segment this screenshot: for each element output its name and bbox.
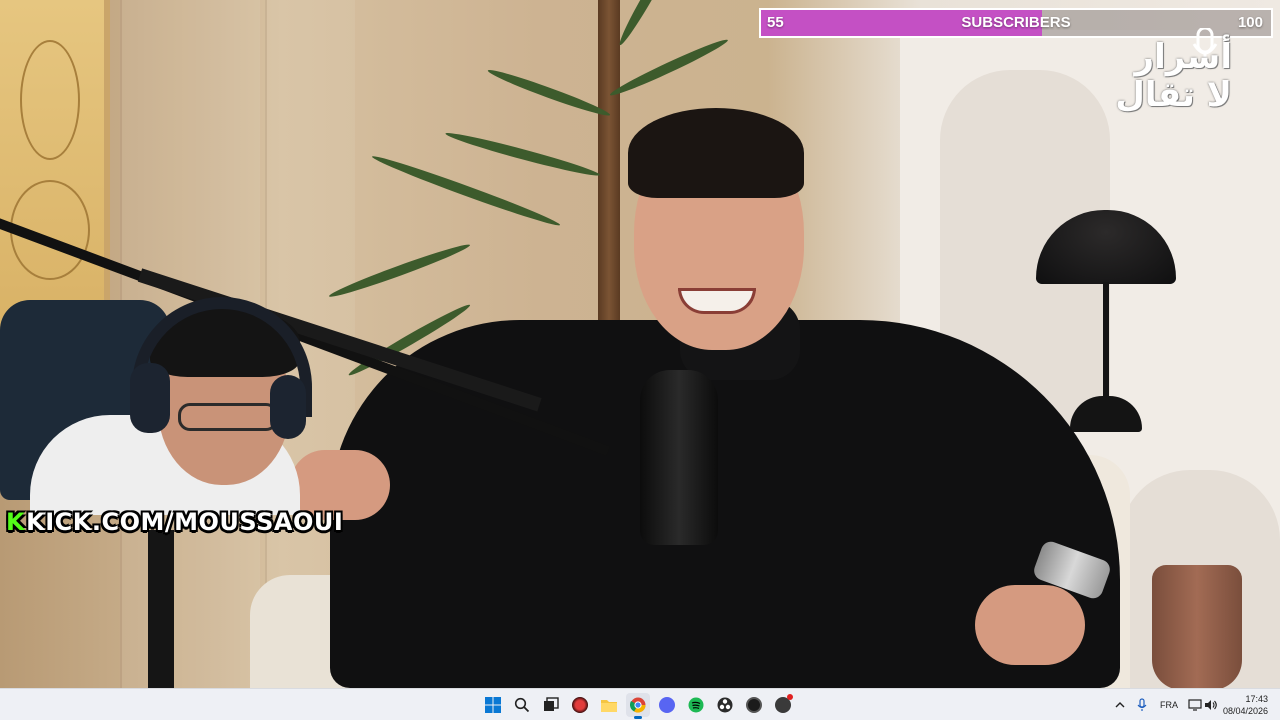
headphone-cup: [130, 363, 170, 433]
spotify-button[interactable]: [684, 693, 708, 717]
system-clock[interactable]: 17:43 08/04/2026: [1223, 693, 1268, 717]
show-logo: أسرار لا تقال: [1112, 28, 1232, 140]
guest-hair: [628, 108, 804, 198]
speaker-icon: [1205, 700, 1217, 710]
windows-taskbar: FRA 17:43 08/04/2026: [0, 688, 1280, 720]
goal-target-count: 100: [1237, 14, 1263, 31]
app-dark-icon: [746, 697, 762, 713]
plant-leaf: [486, 65, 612, 120]
task-view-button[interactable]: [539, 693, 563, 717]
chrome-icon: [630, 697, 646, 713]
start-button[interactable]: [481, 693, 505, 717]
clock-time: 17:43: [1245, 694, 1268, 704]
microphone-tray-button[interactable]: [1136, 693, 1148, 717]
notification-dot-icon: [787, 694, 793, 700]
app-dark-button[interactable]: [742, 693, 766, 717]
plant-leaf: [444, 128, 602, 180]
discord-button[interactable]: [655, 693, 679, 717]
task-view-icon: [544, 697, 559, 711]
folder-icon: [601, 700, 617, 712]
obs-icon: [717, 697, 733, 713]
kick-channel-url: KICK.COM/MOUSSAOUI: [26, 508, 344, 536]
language-label: FRA: [1160, 700, 1178, 710]
headphone-cup: [270, 375, 306, 439]
tray-overflow-button[interactable]: [1114, 693, 1126, 717]
search-button[interactable]: [510, 693, 534, 717]
clock-date: 08/04/2026: [1222, 706, 1268, 716]
monitor-network-icon: [1188, 699, 1202, 711]
chevron-up-icon: [1115, 702, 1125, 708]
lamp-stem: [1103, 282, 1109, 400]
kick-logo: K: [6, 508, 26, 536]
app-red-button[interactable]: [568, 693, 592, 717]
plant-leaf: [615, 0, 680, 48]
mic-stand: [148, 530, 174, 688]
windows-icon: [485, 697, 501, 713]
obs-button[interactable]: [713, 693, 737, 717]
microphone-icon: [1137, 698, 1147, 711]
guest-hand: [975, 585, 1085, 665]
app-red-icon: [572, 697, 588, 713]
language-indicator[interactable]: FRA: [1160, 693, 1178, 717]
network-tray-button[interactable]: [1188, 693, 1202, 717]
streamer-facecam: [0, 285, 330, 515]
plant-leaf: [370, 151, 562, 230]
taskbar-apps: [481, 693, 795, 719]
volume-tray-button[interactable]: [1204, 693, 1218, 717]
file-explorer-button[interactable]: [597, 693, 621, 717]
discord-icon: [659, 697, 675, 713]
vase: [1152, 565, 1242, 688]
spotify-icon: [688, 697, 704, 713]
plant-leaf: [607, 35, 730, 100]
show-logo-text: أسرار لا تقال: [1112, 38, 1232, 114]
kick-channel-watermark: KKICK.COM/MOUSSAOUI: [6, 508, 343, 536]
chrome-button[interactable]: [626, 693, 650, 719]
app-notify-button[interactable]: [771, 693, 795, 717]
wall-artwork: [0, 0, 110, 330]
video-frame: KKICK.COM/MOUSSAOUI 55 SUBSCRIBERS 100 أ…: [0, 0, 1280, 688]
podcast-microphone: [640, 370, 718, 545]
show-logo-wordmark: أسرار لا تقال: [1115, 37, 1232, 115]
search-icon: [514, 697, 530, 713]
plant-trunk: [598, 0, 620, 360]
